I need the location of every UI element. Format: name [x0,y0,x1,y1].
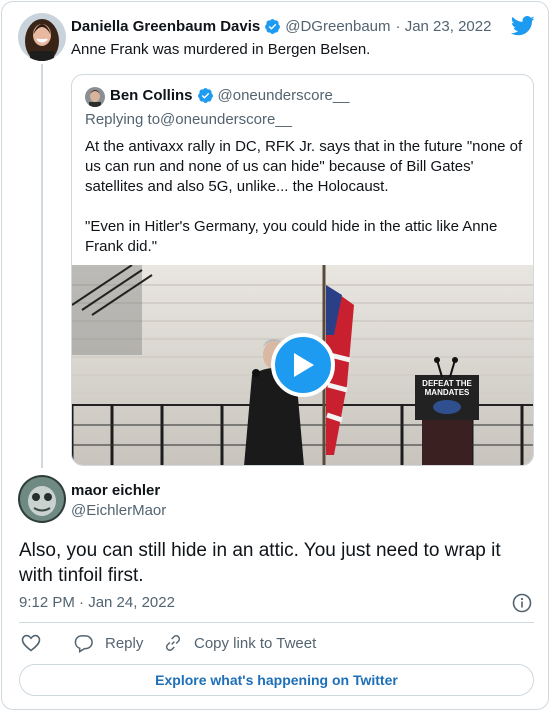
video-player[interactable]: DEFEAT THE MANDATES [72,265,533,465]
explore-twitter-button[interactable]: Explore what's happening on Twitter [19,664,534,696]
quoted-author-handle[interactable]: @oneunderscore__ [218,87,350,104]
avatar-daniella[interactable] [18,13,66,61]
replying-handle[interactable]: @oneunderscore__ [160,111,292,128]
original-tweet-header: Daniella Greenbaum Davis @DGreenbaum · J… [71,18,491,35]
quoted-tweet-header: Ben Collins @oneunderscore__ [110,87,350,104]
play-button[interactable] [271,333,335,397]
tweet-date[interactable]: · Jan 23, 2022 [396,18,492,35]
author-name[interactable]: Daniella Greenbaum Davis [71,18,260,35]
reply-icon [74,635,93,653]
original-tweet-text: Anne Frank was murdered in Bergen Belsen… [71,41,371,58]
quoted-tweet-text: At the antivaxx rally in DC, RFK Jr. say… [85,138,523,255]
quoted-author-name[interactable]: Ben Collins [110,87,193,104]
author-handle[interactable]: @DGreenbaum [285,18,390,35]
reply-button[interactable]: Reply [74,634,143,653]
avatar-maor-eichler[interactable] [18,475,66,523]
reply-tweet-text: Also, you can still hide in an attic. Yo… [19,540,501,586]
reply-label: Reply [105,635,144,652]
verified-badge-icon [197,88,213,103]
divider [19,622,534,623]
link-icon [165,635,181,651]
reply-author-name[interactable]: maor eichler [71,482,160,499]
info-icon[interactable] [512,593,532,613]
sign-text-line2: MANDATES [425,388,470,397]
quoted-tweet[interactable]: Ben Collins @oneunderscore__ Replying to… [71,74,534,466]
like-button[interactable] [21,634,53,652]
sign-text-line1: DEFEAT THE [422,379,472,388]
copy-link-label: Copy link to Tweet [194,634,317,652]
twitter-bird-icon[interactable] [511,16,535,36]
verified-badge-icon [265,19,281,34]
reply-timestamp[interactable]: 9:12 PM · Jan 24, 2022 [19,594,175,611]
heart-icon [21,634,41,652]
replying-label: Replying to [85,111,161,128]
copy-link-button[interactable]: Copy link to Tweet [164,634,316,652]
play-icon [294,353,314,377]
thread-connector [41,64,43,468]
replying-to: Replying to @oneunderscore__ [85,111,292,128]
reply-author-handle[interactable]: @EichlerMaor [71,502,166,519]
avatar-ben-collins[interactable] [85,87,105,107]
tweet-embed-card: Daniella Greenbaum Davis @DGreenbaum · J… [1,1,549,710]
